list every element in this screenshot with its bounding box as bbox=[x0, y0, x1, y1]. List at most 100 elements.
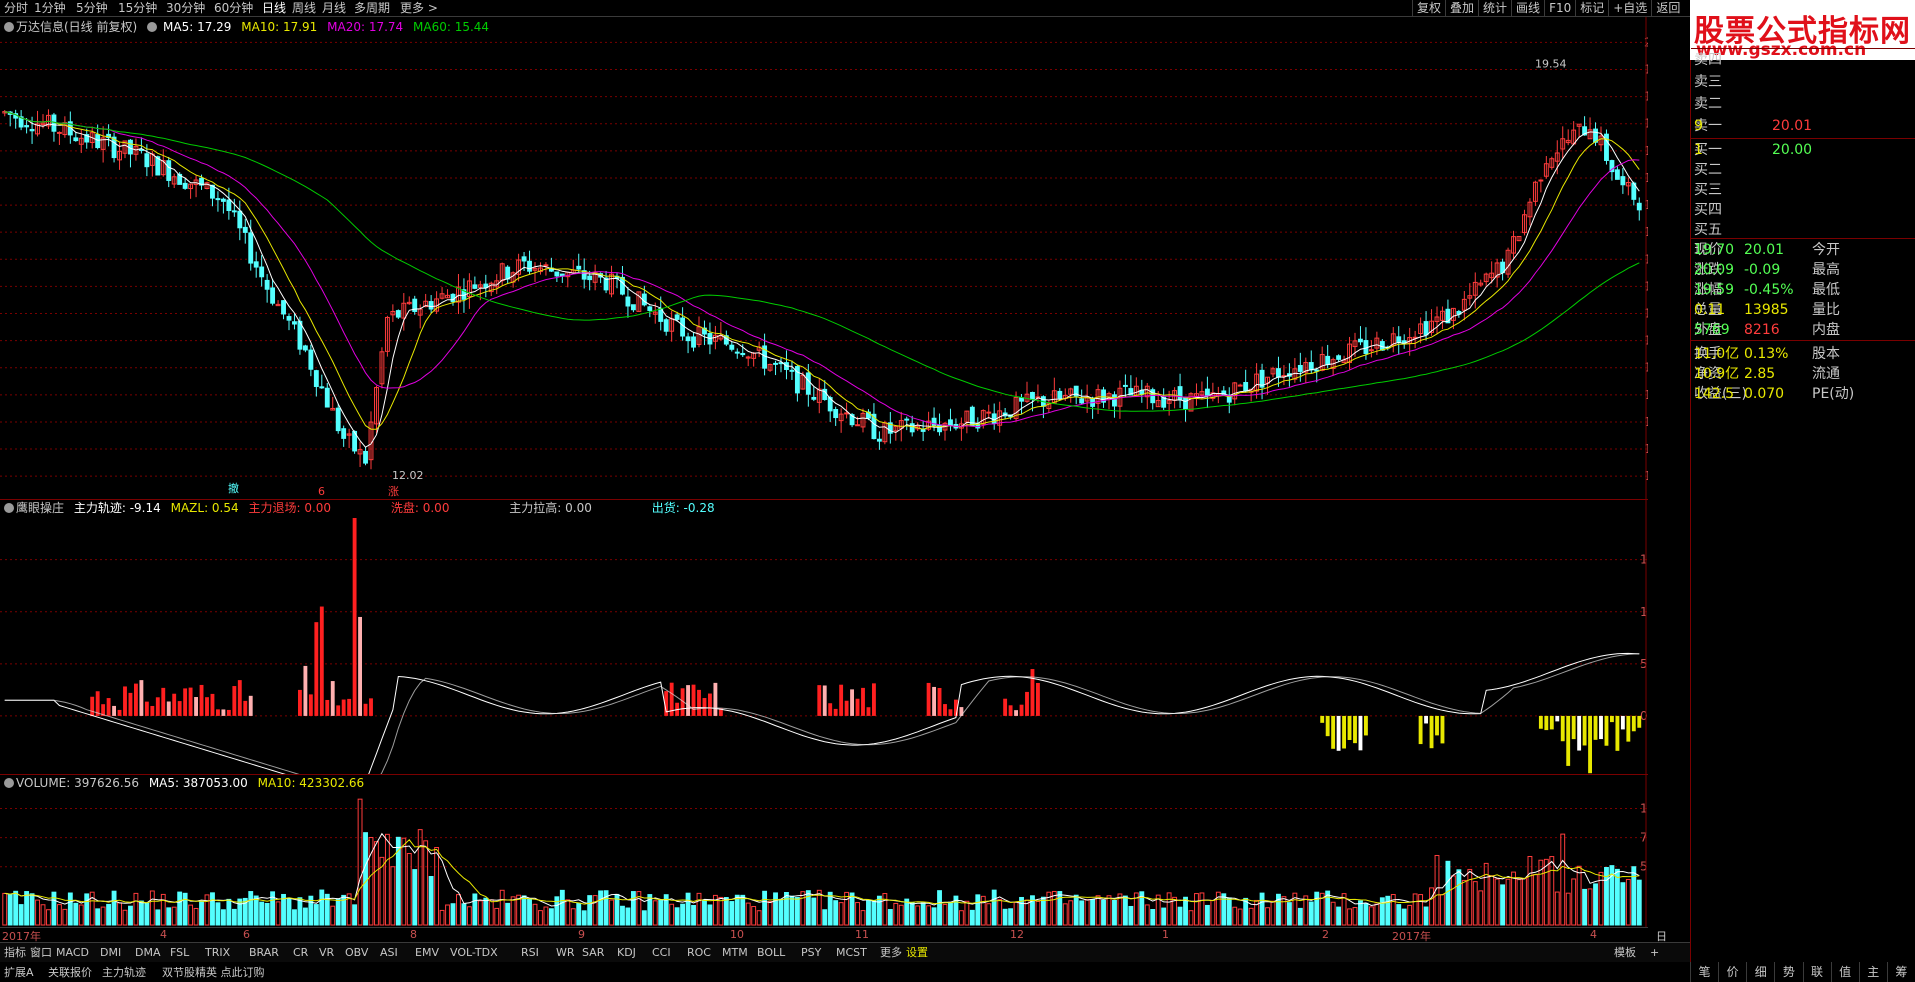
tab-daily[interactable]: 日线 bbox=[260, 0, 288, 16]
indicator-tab[interactable]: VR bbox=[317, 945, 336, 961]
candle-body bbox=[674, 314, 680, 320]
quote-tab[interactable]: 筹 bbox=[1886, 962, 1915, 982]
indicator-tab[interactable]: ROC bbox=[685, 945, 713, 961]
indicator-tab[interactable]: 窗口 bbox=[28, 945, 54, 961]
indicator-tab[interactable]: SAR bbox=[580, 945, 606, 961]
restore-rights-button[interactable]: 复权 bbox=[1412, 0, 1445, 16]
volume-bar bbox=[652, 900, 658, 926]
candle-body bbox=[844, 412, 850, 415]
indicator-bar bbox=[112, 705, 116, 716]
volume-bar bbox=[658, 899, 664, 926]
indicator-tab[interactable]: PSY bbox=[799, 945, 823, 961]
candle-body bbox=[144, 153, 150, 168]
indicator-tab[interactable]: 指标 bbox=[2, 945, 28, 961]
bid-row: 买五 bbox=[1694, 220, 1914, 240]
price-panel[interactable]: 万达信息(日线 前复权) MA5: 17.29 MA10: 17.91 MA20… bbox=[0, 17, 1648, 500]
indicator-tab[interactable]: MTM bbox=[720, 945, 750, 961]
indicator-tab[interactable]: DMI bbox=[98, 945, 123, 961]
quote-tab[interactable]: 细 bbox=[1746, 962, 1774, 982]
indicator-tab[interactable]: EMV bbox=[413, 945, 441, 961]
indicator-bar bbox=[308, 694, 313, 716]
volume-bar bbox=[827, 891, 833, 926]
candle-body bbox=[685, 336, 691, 342]
tab-30min[interactable]: 30分钟 bbox=[164, 0, 207, 16]
tab-weekly[interactable]: 周线 bbox=[290, 0, 318, 16]
volume-bar bbox=[565, 899, 571, 926]
ext-tab[interactable]: 主力轨迹 bbox=[102, 964, 146, 980]
volume-bar bbox=[1429, 887, 1434, 926]
indicator-tab[interactable]: CCI bbox=[650, 945, 673, 961]
tab-minute[interactable]: 分时 bbox=[2, 0, 30, 16]
tab-monthly[interactable]: 月线 bbox=[320, 0, 348, 16]
volume-bar bbox=[1221, 893, 1227, 926]
ext-tab[interactable]: 关联报价 bbox=[48, 964, 92, 980]
volume-bar bbox=[811, 897, 817, 926]
indicator-tab[interactable]: VOL-TDX bbox=[448, 945, 500, 961]
volume-bar bbox=[920, 902, 926, 926]
volume-bar bbox=[1560, 833, 1566, 926]
promo-link[interactable]: 双节股精英 点此订购 bbox=[162, 964, 265, 980]
indicator-tab[interactable]: 设置 bbox=[904, 945, 930, 961]
mark-button[interactable]: 标记 bbox=[1575, 0, 1608, 16]
indicator-tab[interactable]: MACD bbox=[54, 945, 91, 961]
indicator-bar bbox=[352, 518, 357, 716]
f10-button[interactable]: F10 bbox=[1544, 0, 1575, 16]
indicator-tab[interactable]: ASI bbox=[378, 945, 400, 961]
draw-line-button[interactable]: 画线 bbox=[1511, 0, 1544, 16]
add-tab-button[interactable]: + bbox=[1648, 945, 1661, 961]
template-button[interactable]: 模板 bbox=[1612, 945, 1638, 961]
add-watchlist-button[interactable]: +自选 bbox=[1608, 0, 1651, 16]
volume-bar bbox=[794, 897, 800, 926]
volume-bar bbox=[876, 895, 882, 926]
tab-5min[interactable]: 5分钟 bbox=[74, 0, 110, 16]
indicator-tab[interactable]: 更多 bbox=[878, 945, 904, 961]
indicator-tab[interactable]: DMA bbox=[133, 945, 163, 961]
indicator-panel[interactable]: 鹰眼操庄 主力轨迹: -9.14 MAZL: 0.54 主力退场: 0.00 洗… bbox=[0, 500, 1648, 775]
volume-bar bbox=[1188, 910, 1194, 926]
indicator-tab[interactable]: KDJ bbox=[615, 945, 638, 961]
ext-tab[interactable]: 扩展A bbox=[4, 964, 34, 980]
overlay-button[interactable]: 叠加 bbox=[1445, 0, 1478, 16]
volume-bar bbox=[51, 891, 57, 926]
quote-tab[interactable]: 价 bbox=[1718, 962, 1746, 982]
volume-bar bbox=[909, 902, 915, 926]
indicator-tab[interactable]: WR bbox=[554, 945, 577, 961]
tab-60min[interactable]: 60分钟 bbox=[212, 0, 255, 16]
tab-1min[interactable]: 1分钟 bbox=[32, 0, 68, 16]
ask-label: 卖二 bbox=[1694, 96, 1722, 112]
indicator-tab[interactable]: MCST bbox=[834, 945, 869, 961]
back-button[interactable]: 返回 bbox=[1651, 0, 1684, 16]
quote-tab[interactable]: 联 bbox=[1802, 962, 1831, 982]
indicator-tab[interactable]: BRAR bbox=[247, 945, 281, 961]
date-label: 9 bbox=[578, 928, 585, 941]
tab-more[interactable]: 更多 > bbox=[398, 0, 440, 16]
quote-tab[interactable]: 值 bbox=[1830, 962, 1859, 982]
indicator-bar bbox=[1424, 715, 1428, 724]
volume-bar bbox=[532, 903, 538, 926]
tab-multi-period[interactable]: 多周期 bbox=[352, 0, 392, 16]
volume-bar bbox=[7, 894, 13, 926]
quote-tab[interactable]: 主 bbox=[1858, 962, 1887, 982]
indicator-tab[interactable]: RSI bbox=[519, 945, 541, 961]
indicator-tab[interactable]: CR bbox=[291, 945, 310, 961]
volume-bar bbox=[428, 876, 434, 926]
volume-bar bbox=[13, 890, 19, 926]
indicator-bar bbox=[1566, 715, 1571, 766]
indicator-tab[interactable]: OBV bbox=[343, 945, 370, 961]
indicator-bar bbox=[1364, 715, 1368, 736]
volume-bar bbox=[822, 909, 828, 926]
ma5-line bbox=[4, 111, 1640, 448]
volume-panel[interactable]: VOLUME: 397626.56 MA5: 387053.00 MA10: 4… bbox=[0, 775, 1648, 928]
candle-body bbox=[1593, 128, 1598, 143]
statistics-button[interactable]: 统计 bbox=[1478, 0, 1511, 16]
quote-tab[interactable]: 笔 bbox=[1690, 962, 1718, 982]
indicator-tab[interactable]: FSL bbox=[168, 945, 191, 961]
quote-tab[interactable]: 势 bbox=[1774, 962, 1802, 982]
indicator-tab[interactable]: BOLL bbox=[755, 945, 787, 961]
indicator-bar bbox=[1593, 715, 1598, 740]
volume-bar bbox=[56, 904, 62, 926]
tab-15min[interactable]: 15分钟 bbox=[116, 0, 159, 16]
indicator-tab[interactable]: TRIX bbox=[203, 945, 232, 961]
volume-bar bbox=[1194, 893, 1199, 926]
indicator-bar bbox=[210, 693, 215, 716]
